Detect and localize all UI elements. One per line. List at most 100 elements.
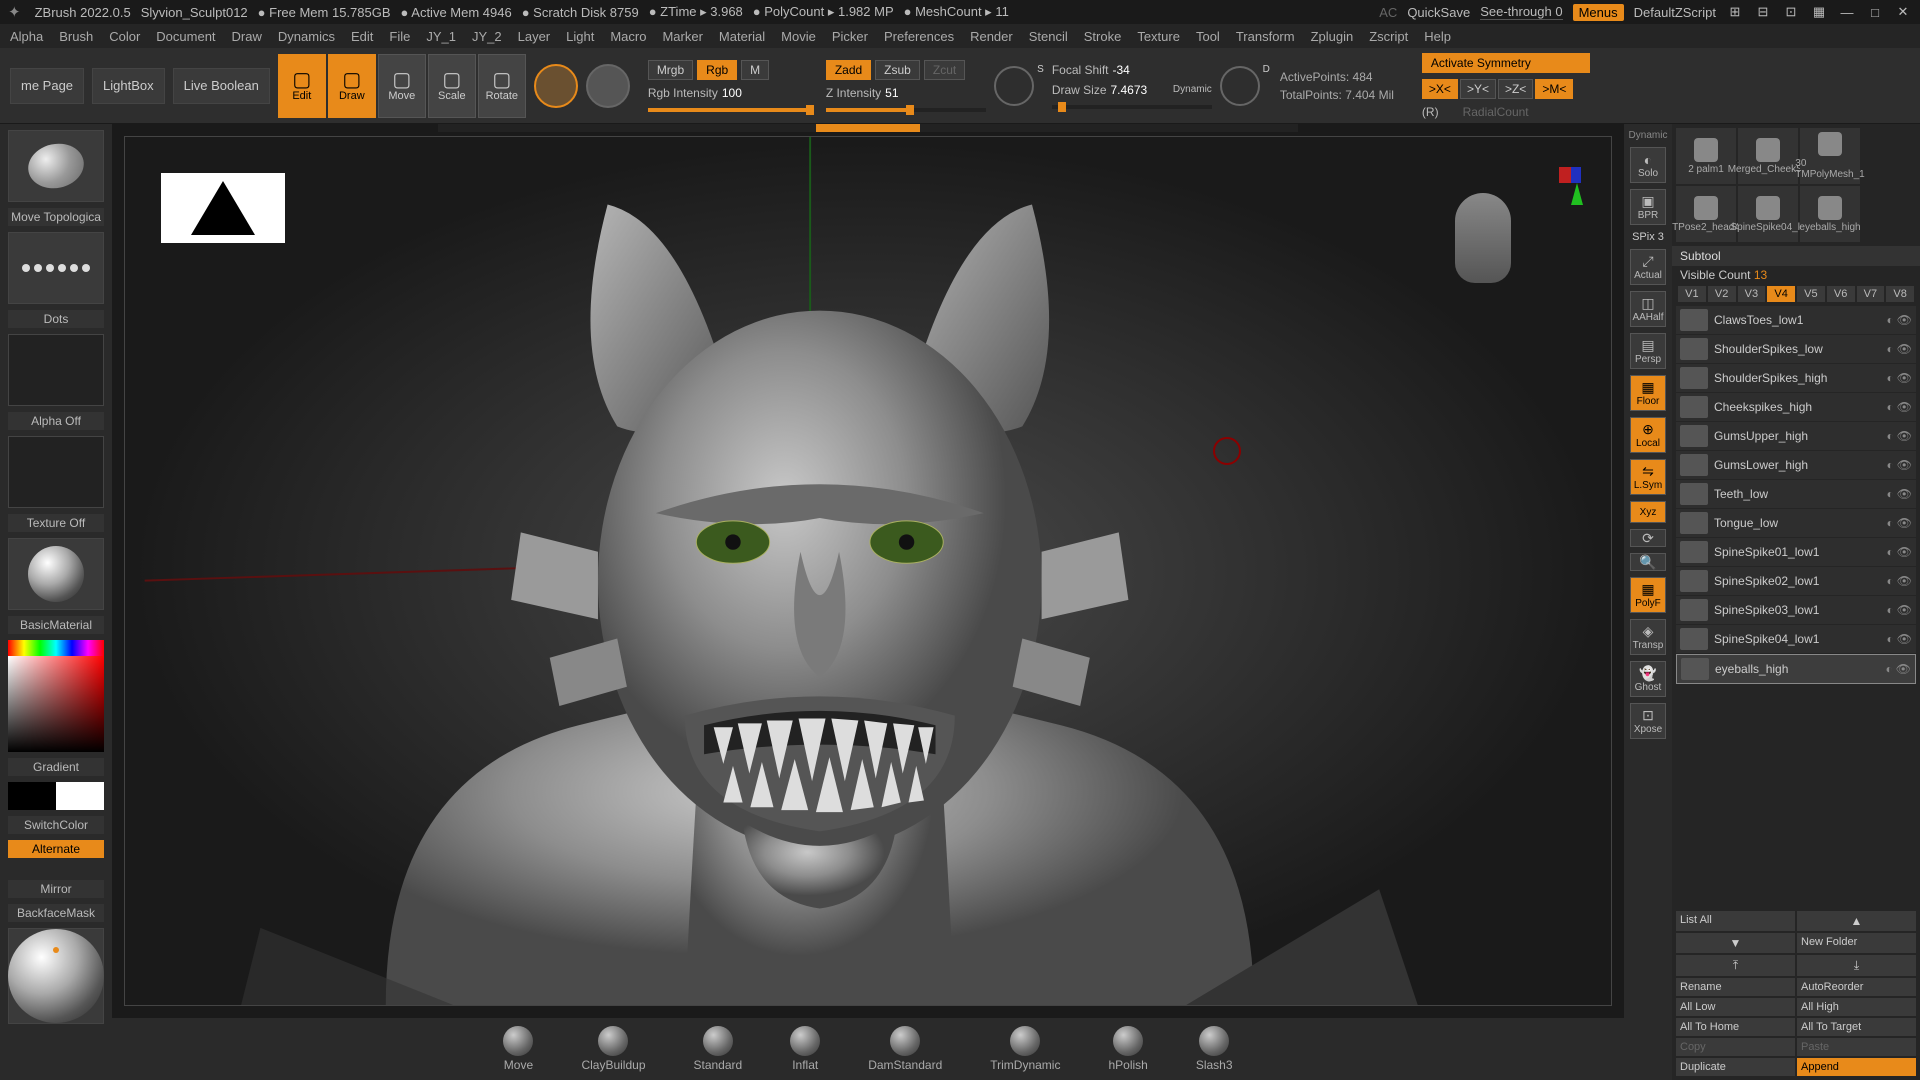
brush-damstandard[interactable]: DamStandard — [868, 1026, 942, 1072]
duplicate-button[interactable]: Duplicate — [1676, 1058, 1795, 1076]
menu-dynamics[interactable]: Dynamics — [278, 29, 335, 44]
visibility-set-v3[interactable]: V3 — [1738, 286, 1766, 302]
menu-stroke[interactable]: Stroke — [1084, 29, 1122, 44]
move-top-button[interactable]: ⤒ — [1676, 955, 1795, 976]
subtool-item[interactable]: SpineSpike03_low1◐👁 — [1676, 596, 1916, 624]
texture-tile[interactable] — [8, 436, 104, 508]
visibility-toggle-icon[interactable]: 👁 — [1897, 371, 1912, 385]
sym-m-button[interactable]: >M< — [1535, 79, 1573, 99]
menu-layer[interactable]: Layer — [518, 29, 551, 44]
layout-icon-3[interactable]: ⊡ — [1782, 3, 1800, 21]
menu-stencil[interactable]: Stencil — [1029, 29, 1068, 44]
backfacemask-button[interactable]: BackfaceMask — [8, 904, 104, 922]
menus-toggle[interactable]: Menus — [1573, 4, 1624, 21]
visibility-toggle-icon[interactable]: 👁 — [1897, 458, 1912, 472]
brush-slash3[interactable]: Slash3 — [1196, 1026, 1233, 1072]
xpose-button[interactable]: ⊡Xpose — [1630, 703, 1666, 739]
mirror-button[interactable]: Mirror — [8, 880, 104, 898]
menu-texture[interactable]: Texture — [1137, 29, 1180, 44]
menu-render[interactable]: Render — [970, 29, 1013, 44]
subtool-item[interactable]: Teeth_low◐👁 — [1676, 480, 1916, 508]
axis-gizmo[interactable] — [1523, 165, 1583, 225]
brush-curve-tile[interactable] — [8, 928, 104, 1024]
brush-trimdynamic[interactable]: TrimDynamic — [990, 1026, 1060, 1072]
listall-button[interactable]: List All — [1676, 911, 1795, 931]
zsub-button[interactable]: Zsub — [875, 60, 920, 80]
paint-toggle-icon[interactable]: ◐ — [1886, 662, 1893, 676]
menu-jy_1[interactable]: JY_1 — [426, 29, 456, 44]
paint-toggle-icon[interactable]: ◐ — [1887, 632, 1894, 646]
newfolder-button[interactable]: New Folder — [1797, 933, 1916, 953]
focal-shift-dial[interactable]: S — [994, 66, 1034, 106]
draw-mode-button[interactable]: ▢Draw — [328, 54, 376, 118]
menu-document[interactable]: Document — [156, 29, 215, 44]
homepage-button[interactable]: me Page — [10, 68, 84, 104]
visibility-toggle-icon[interactable]: 👁 — [1897, 632, 1912, 646]
camera-reference-head[interactable] — [1455, 193, 1511, 283]
ghost-button[interactable]: 👻Ghost — [1630, 661, 1666, 697]
allhigh-button[interactable]: All High — [1797, 998, 1916, 1016]
subtool-item[interactable]: SpineSpike01_low1◐👁 — [1676, 538, 1916, 566]
zcut-button[interactable]: Zcut — [924, 60, 965, 80]
transp-button[interactable]: ◈Transp — [1630, 619, 1666, 655]
tool-thumb-eyeballs_high[interactable]: eyeballs_high — [1800, 186, 1860, 242]
m-button[interactable]: M — [741, 60, 769, 80]
subtool-item[interactable]: GumsUpper_high◐👁 — [1676, 422, 1916, 450]
paint-toggle-icon[interactable]: ◐ — [1887, 574, 1894, 588]
visibility-toggle-icon[interactable]: 👁 — [1897, 487, 1912, 501]
activate-symmetry-button[interactable]: Activate Symmetry — [1422, 53, 1590, 73]
liveboolean-button[interactable]: Live Boolean — [173, 68, 270, 104]
minimize-icon[interactable]: — — [1838, 3, 1856, 21]
sym-x-button[interactable]: >X< — [1422, 79, 1458, 99]
visibility-toggle-icon[interactable]: 👁 — [1897, 574, 1912, 588]
tool-thumb-TMPolyMesh_1[interactable]: 30 TMPolyMesh_1 — [1800, 128, 1860, 184]
frame-button[interactable]: ⟳ — [1630, 529, 1666, 547]
visibility-toggle-icon[interactable]: 👁 — [1897, 516, 1912, 530]
layout-icon-1[interactable]: ⊞ — [1726, 3, 1744, 21]
seethrough-slider[interactable]: See-through 0 — [1480, 4, 1562, 20]
alllow-button[interactable]: All Low — [1676, 998, 1795, 1016]
actual-button[interactable]: ⤢Actual — [1630, 249, 1666, 285]
rename-button[interactable]: Rename — [1676, 978, 1795, 996]
append-button[interactable]: Append — [1797, 1058, 1916, 1076]
rgb-button[interactable]: Rgb — [697, 60, 737, 80]
gradient-label[interactable]: Gradient — [8, 758, 104, 776]
visibility-toggle-icon[interactable]: 👁 — [1897, 545, 1912, 559]
visibility-toggle-icon[interactable]: 👁 — [1897, 429, 1912, 443]
brush-claybuildup[interactable]: ClayBuildup — [581, 1026, 645, 1072]
move-down-button[interactable]: ▼ — [1676, 933, 1795, 953]
paint-toggle-icon[interactable]: ◐ — [1887, 516, 1894, 530]
subtool-item[interactable]: SpineSpike02_low1◐👁 — [1676, 567, 1916, 595]
menu-material[interactable]: Material — [719, 29, 765, 44]
zoom-button[interactable]: 🔍 — [1630, 553, 1666, 571]
subtool-item[interactable]: ShoulderSpikes_low◐👁 — [1676, 335, 1916, 363]
alternate-button[interactable]: Alternate — [8, 840, 104, 858]
brush-hpolish[interactable]: hPolish — [1108, 1026, 1147, 1072]
lightbox-button[interactable]: LightBox — [92, 68, 165, 104]
visibility-toggle-icon[interactable]: 👁 — [1897, 603, 1912, 617]
menu-light[interactable]: Light — [566, 29, 594, 44]
tool-thumb-TPose2_head4[interactable]: TPose2_head4 — [1676, 186, 1736, 242]
menu-color[interactable]: Color — [109, 29, 140, 44]
tool-thumb-SpineSpike04_lo[interactable]: SpineSpike04_lo — [1738, 186, 1798, 242]
layout-icon-2[interactable]: ⊟ — [1754, 3, 1772, 21]
spix-label[interactable]: SPix 3 — [1632, 231, 1664, 243]
paint-toggle-icon[interactable]: ◐ — [1887, 487, 1894, 501]
floor-button[interactable]: ▦Floor — [1630, 375, 1666, 411]
paint-toggle-icon[interactable]: ◐ — [1887, 603, 1894, 617]
menu-edit[interactable]: Edit — [351, 29, 373, 44]
visibility-set-v2[interactable]: V2 — [1708, 286, 1736, 302]
brush-standard[interactable]: Standard — [694, 1026, 743, 1072]
brush-inflat[interactable]: Inflat — [790, 1026, 820, 1072]
brush-move[interactable]: Move — [503, 1026, 533, 1072]
gizmo-toggle[interactable] — [534, 64, 578, 108]
persp-button[interactable]: ▤Persp — [1630, 333, 1666, 369]
mrgb-button[interactable]: Mrgb — [648, 60, 693, 80]
tool-thumb-palm1[interactable]: 2 palm1 — [1676, 128, 1736, 184]
visibility-set-v5[interactable]: V5 — [1797, 286, 1825, 302]
lsym-button[interactable]: ⇋L.Sym — [1630, 459, 1666, 495]
menu-zplugin[interactable]: Zplugin — [1311, 29, 1354, 44]
paint-toggle-icon[interactable]: ◐ — [1887, 342, 1894, 356]
paint-toggle-icon[interactable]: ◐ — [1887, 313, 1894, 327]
visibility-set-v1[interactable]: V1 — [1678, 286, 1706, 302]
